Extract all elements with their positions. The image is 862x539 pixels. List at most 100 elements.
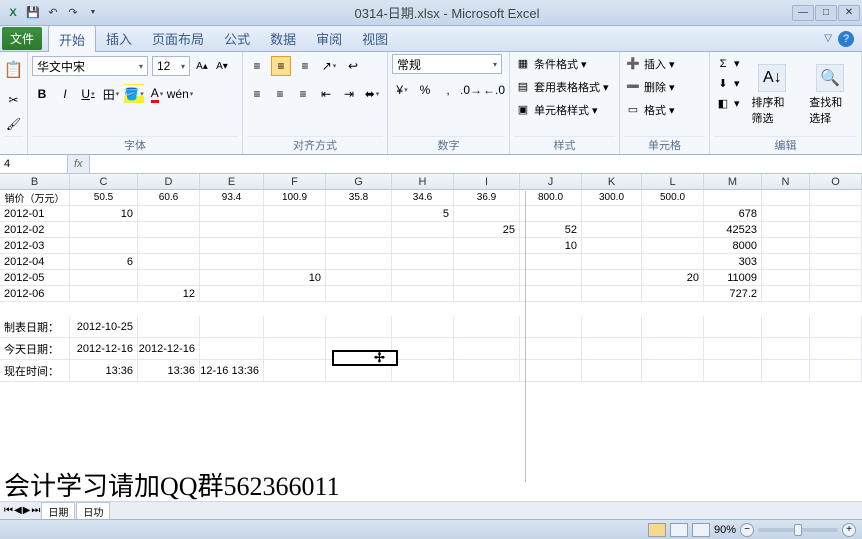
- close-button[interactable]: ✕: [838, 5, 860, 21]
- cell[interactable]: 销价（万元）: [0, 190, 70, 205]
- cell[interactable]: 34.6: [392, 190, 454, 205]
- cell[interactable]: 8000: [704, 238, 762, 253]
- cell[interactable]: [200, 338, 264, 359]
- tab-nav-next-icon[interactable]: ▶: [23, 505, 31, 516]
- active-cell[interactable]: [332, 350, 398, 366]
- format-cells-button[interactable]: ▭格式 ▾: [624, 100, 705, 119]
- cell[interactable]: [70, 238, 138, 253]
- cell[interactable]: [264, 222, 326, 237]
- tab-review[interactable]: 审阅: [306, 25, 352, 52]
- cell[interactable]: [762, 316, 810, 337]
- col-header-B[interactable]: B: [0, 174, 70, 189]
- cell[interactable]: [582, 286, 642, 301]
- cell[interactable]: [810, 222, 862, 237]
- cell[interactable]: [454, 286, 520, 301]
- decrease-indent-icon[interactable]: ⇤: [316, 84, 336, 104]
- cell[interactable]: 93.4: [200, 190, 264, 205]
- cell[interactable]: [704, 190, 762, 205]
- cell[interactable]: [762, 286, 810, 301]
- format-painter-icon[interactable]: 🖌: [4, 114, 24, 134]
- col-header-L[interactable]: L: [642, 174, 704, 189]
- zoom-slider[interactable]: [758, 528, 838, 532]
- cell[interactable]: [454, 206, 520, 221]
- comma-icon[interactable]: ,: [438, 80, 458, 100]
- cell[interactable]: [264, 254, 326, 269]
- delete-cells-button[interactable]: ➖删除 ▾: [624, 77, 705, 96]
- cell[interactable]: [326, 270, 392, 285]
- table-row[interactable]: 2012-02255242523: [0, 222, 862, 238]
- cell[interactable]: [200, 286, 264, 301]
- col-header-C[interactable]: C: [70, 174, 138, 189]
- cell[interactable]: 13:36: [70, 360, 138, 381]
- sort-filter-button[interactable]: A↓ 排序和筛选: [746, 54, 800, 136]
- col-header-J[interactable]: J: [520, 174, 582, 189]
- cell[interactable]: 10: [520, 238, 582, 253]
- font-color-button[interactable]: A: [147, 84, 167, 104]
- tab-view[interactable]: 视图: [352, 25, 398, 52]
- cell[interactable]: 2012-12-16 13:36: [200, 360, 264, 381]
- cell[interactable]: [520, 338, 582, 359]
- number-format-combo[interactable]: 常规▾: [392, 54, 502, 74]
- cell[interactable]: [326, 238, 392, 253]
- normal-view-button[interactable]: [648, 523, 666, 537]
- fill-button[interactable]: ⬇▾: [714, 74, 742, 93]
- col-header-F[interactable]: F: [264, 174, 326, 189]
- cell[interactable]: [326, 206, 392, 221]
- redo-icon[interactable]: ↷: [64, 4, 82, 22]
- find-select-button[interactable]: 🔍 查找和选择: [803, 54, 857, 136]
- increase-font-icon[interactable]: A▴: [194, 58, 210, 74]
- cell[interactable]: [762, 360, 810, 381]
- cell[interactable]: [264, 286, 326, 301]
- cell[interactable]: [454, 316, 520, 337]
- format-as-table-button[interactable]: ▤套用表格格式 ▾: [514, 77, 615, 96]
- spreadsheet-grid[interactable]: BCDEFGHIJKLMNO 销价（万元）50.560.693.4100.935…: [0, 174, 862, 484]
- cell[interactable]: [762, 238, 810, 253]
- cell[interactable]: [582, 338, 642, 359]
- cell[interactable]: [200, 222, 264, 237]
- tab-data[interactable]: 数据: [260, 25, 306, 52]
- col-header-M[interactable]: M: [704, 174, 762, 189]
- col-header-O[interactable]: O: [810, 174, 862, 189]
- formula-bar[interactable]: [89, 155, 862, 173]
- file-tab[interactable]: 文件: [2, 27, 42, 50]
- align-left-icon[interactable]: ≡: [247, 84, 267, 104]
- cell[interactable]: 42523: [704, 222, 762, 237]
- cell[interactable]: [392, 286, 454, 301]
- fill-color-button[interactable]: 🪣: [124, 84, 144, 104]
- col-header-H[interactable]: H: [392, 174, 454, 189]
- cell[interactable]: 678: [704, 206, 762, 221]
- cell[interactable]: [70, 286, 138, 301]
- cell[interactable]: [642, 238, 704, 253]
- align-top-icon[interactable]: ≡: [247, 56, 267, 76]
- cell[interactable]: [138, 254, 200, 269]
- cell[interactable]: 60.6: [138, 190, 200, 205]
- italic-button[interactable]: I: [55, 84, 75, 104]
- cell[interactable]: [810, 238, 862, 253]
- cell[interactable]: [200, 206, 264, 221]
- cell[interactable]: [200, 270, 264, 285]
- cell[interactable]: [762, 206, 810, 221]
- cell[interactable]: 6: [70, 254, 138, 269]
- border-button[interactable]: 田: [101, 84, 121, 104]
- cell[interactable]: [582, 206, 642, 221]
- save-icon[interactable]: 💾: [24, 4, 42, 22]
- underline-button[interactable]: U: [78, 84, 98, 104]
- cell[interactable]: 2012-04: [0, 254, 70, 269]
- cell[interactable]: 现在时间：: [0, 360, 70, 381]
- percent-icon[interactable]: %: [415, 80, 435, 100]
- cell[interactable]: [326, 254, 392, 269]
- cell[interactable]: [810, 360, 862, 381]
- cell[interactable]: 35.8: [326, 190, 392, 205]
- cell[interactable]: [810, 286, 862, 301]
- cell[interactable]: 5: [392, 206, 454, 221]
- cell-styles-button[interactable]: ▣单元格样式 ▾: [514, 100, 615, 119]
- zoom-thumb[interactable]: [794, 524, 802, 536]
- currency-icon[interactable]: ¥: [392, 80, 412, 100]
- cell[interactable]: [392, 222, 454, 237]
- cell[interactable]: [582, 238, 642, 253]
- col-header-G[interactable]: G: [326, 174, 392, 189]
- cell[interactable]: [704, 338, 762, 359]
- cell[interactable]: [454, 360, 520, 381]
- col-header-D[interactable]: D: [138, 174, 200, 189]
- align-center-icon[interactable]: ≡: [270, 84, 290, 104]
